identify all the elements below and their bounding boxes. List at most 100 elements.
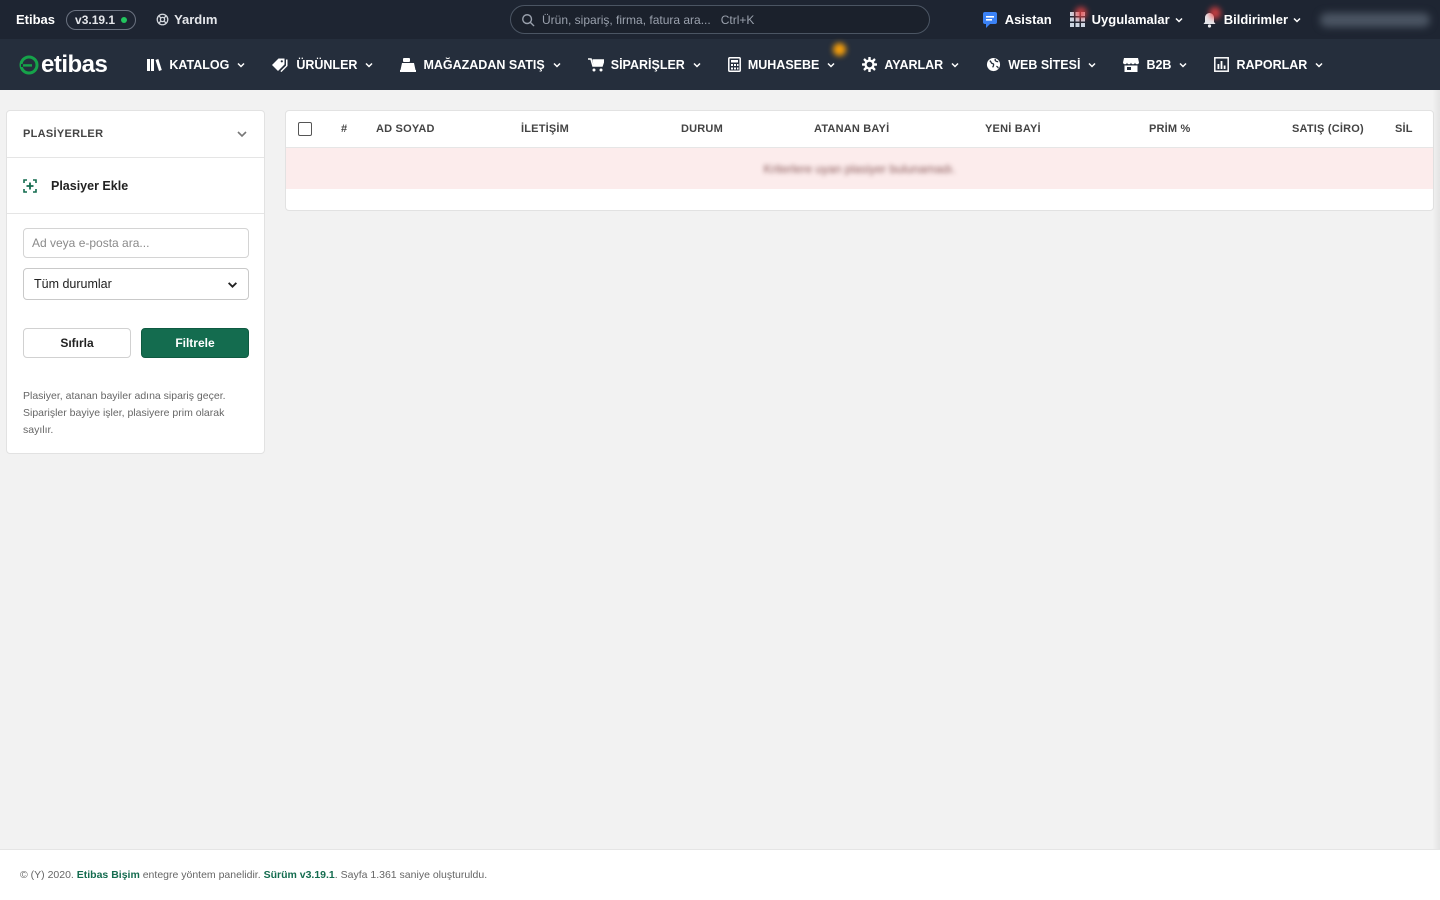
chart-report-icon: [1214, 57, 1230, 72]
nav-label: MAĞAZADAN SATIŞ: [423, 57, 545, 72]
chevron-down-icon[interactable]: [236, 128, 248, 140]
filter-form: Tüm durumlar Sıfırla Filtrele Plasiyer, …: [7, 214, 264, 439]
footer-middle: entegre yöntem panelidir.: [142, 869, 261, 881]
col-name[interactable]: AD SOYAD: [376, 123, 435, 135]
filter-panel: PLASİYERLER Plasiyer Ekle Tüm durumlar S…: [6, 110, 265, 454]
nav-ayarlar[interactable]: AYARLAR: [862, 57, 960, 72]
calculator-icon: [727, 57, 741, 72]
muhasebe-badge: [833, 43, 847, 56]
help-link[interactable]: Yardım: [156, 12, 217, 27]
panel-title: PLASİYERLER: [23, 128, 104, 140]
col-commission[interactable]: PRİM %: [1149, 123, 1191, 135]
footer-prefix: © (Y) 2020.: [20, 869, 74, 881]
assistant-button[interactable]: Asistan: [982, 11, 1052, 29]
chevron-down-icon: [365, 62, 373, 68]
footer: © (Y) 2020. Etibas Bişim entegre yöntem …: [0, 849, 1440, 900]
nav-label: ÜRÜNLER: [296, 57, 358, 72]
search-shortcut: Ctrl+K: [720, 12, 755, 27]
nav-web-sitesi[interactable]: WEB SİTESİ: [986, 57, 1097, 72]
store-icon: [1123, 57, 1140, 72]
col-assigned-dealer[interactable]: ATANAN BAYİ: [814, 123, 889, 135]
chevron-down-icon: [1315, 62, 1323, 68]
chevron-down-icon: [227, 281, 238, 288]
nav-magazadan-satis[interactable]: MAĞAZADAN SATIŞ: [400, 57, 561, 72]
panel-header[interactable]: PLASİYERLER: [7, 111, 264, 158]
nav-label: AYARLAR: [884, 57, 944, 72]
nav-muhasebe[interactable]: MUHASEBE: [727, 43, 847, 72]
status-dot-icon: [121, 16, 128, 23]
chevron-down-icon: [1293, 17, 1301, 23]
logo-text: etibas: [41, 50, 108, 78]
reset-button[interactable]: Sıfırla: [23, 328, 131, 358]
chevron-down-icon: [951, 62, 959, 68]
help-label: Yardım: [174, 12, 218, 27]
chevron-down-icon: [1179, 62, 1187, 68]
status-select[interactable]: Tüm durumlar: [23, 268, 249, 300]
globe-icon: [987, 57, 1001, 72]
notifications-badge: [1208, 6, 1221, 19]
col-delete: SİL: [1395, 123, 1413, 135]
books-icon: [147, 59, 163, 71]
logo[interactable]: etibas: [19, 50, 108, 79]
user-menu[interactable]: [1320, 12, 1430, 27]
nav-label: B2B: [1146, 57, 1172, 72]
salesperson-table: # AD SOYAD İLETİŞİM DURUM ATANAN BAYİ YE…: [285, 110, 1434, 211]
nav-b2b[interactable]: B2B: [1123, 57, 1188, 72]
add-square-icon: [23, 178, 37, 193]
notifications-label: Bildirimler: [1223, 12, 1288, 27]
chevron-down-icon: [1088, 62, 1096, 68]
status-select-value: Tüm durumlar: [34, 277, 112, 291]
nav-label: RAPORLAR: [1236, 57, 1308, 72]
apps-badge: [1074, 7, 1087, 19]
col-sales[interactable]: SATIŞ (CİRO): [1292, 123, 1364, 135]
empty-state-row: Kriterlere uyan plasiyer bulunamadı.: [286, 148, 1433, 189]
main-nav: etibas KATALOG ÜRÜNLER MAĞAZADAN SATIŞ S…: [0, 39, 1440, 90]
nav-siparisler[interactable]: SİPARİŞLER: [587, 57, 702, 72]
top-bar: Etibas v3.19.1 Yardım Ürün, sipariş, fir…: [0, 0, 1440, 39]
nav-label: MUHASEBE: [747, 57, 820, 72]
chevron-down-icon: [553, 62, 561, 68]
empty-state-message: Kriterlere uyan plasiyer bulunamadı.: [763, 161, 956, 176]
global-search[interactable]: Ürün, sipariş, firma, fatura ara... Ctrl…: [510, 5, 930, 34]
top-right-actions: Asistan Uygulamalar Bildirimler: [982, 0, 1440, 39]
lifebuoy-icon: [156, 13, 169, 26]
search-placeholder: Ürün, sipariş, firma, fatura ara...: [542, 12, 711, 27]
cash-register-icon: [400, 57, 417, 72]
notifications-menu[interactable]: Bildirimler: [1202, 6, 1302, 28]
nav-label: KATALOG: [169, 57, 230, 72]
chat-assistant-icon: [982, 11, 997, 28]
apps-label: Uygulamalar: [1091, 12, 1170, 27]
brand-name[interactable]: Etibas: [16, 12, 55, 27]
nav-label: SİPARİŞLER: [610, 57, 685, 72]
col-new-dealer[interactable]: YENİ BAYİ: [985, 123, 1041, 135]
chevron-down-icon: [1175, 17, 1183, 23]
cart-icon: [587, 57, 604, 71]
nav-label: WEB SİTESİ: [1008, 57, 1081, 72]
gear-icon: [862, 57, 878, 72]
filter-actions: Sıfırla Filtrele: [23, 328, 249, 358]
search-input[interactable]: [23, 228, 249, 258]
nav-raporlar[interactable]: RAPORLAR: [1214, 57, 1324, 72]
table-header: # AD SOYAD İLETİŞİM DURUM ATANAN BAYİ YE…: [286, 111, 1433, 148]
filter-button[interactable]: Filtrele: [141, 328, 249, 358]
version-text: v3.19.1: [75, 12, 116, 27]
tags-icon: [272, 58, 288, 72]
add-salesperson-label: Plasiyer Ekle: [51, 178, 129, 193]
col-index: #: [341, 123, 348, 135]
assistant-label: Asistan: [1004, 12, 1052, 27]
search-icon: [522, 13, 535, 26]
add-salesperson-button[interactable]: Plasiyer Ekle: [7, 158, 264, 214]
select-all-checkbox[interactable]: [298, 122, 312, 136]
logo-mark-icon: [19, 55, 39, 74]
col-contact[interactable]: İLETİŞİM: [521, 123, 569, 135]
nav-urunler[interactable]: ÜRÜNLER: [272, 58, 374, 72]
footer-company-link[interactable]: Etibas Bişim: [77, 869, 140, 881]
chevron-down-icon: [693, 62, 701, 68]
footer-suffix: . Sayfa 1.361 saniye oluşturuldu.: [334, 869, 488, 881]
version-badge: v3.19.1: [66, 9, 137, 30]
chevron-down-icon: [237, 62, 245, 68]
apps-menu[interactable]: Uygulamalar: [1069, 7, 1184, 27]
nav-katalog[interactable]: KATALOG: [147, 58, 246, 72]
footer-version-link[interactable]: Sürüm v3.19.1: [264, 869, 335, 881]
col-status[interactable]: DURUM: [681, 123, 723, 135]
